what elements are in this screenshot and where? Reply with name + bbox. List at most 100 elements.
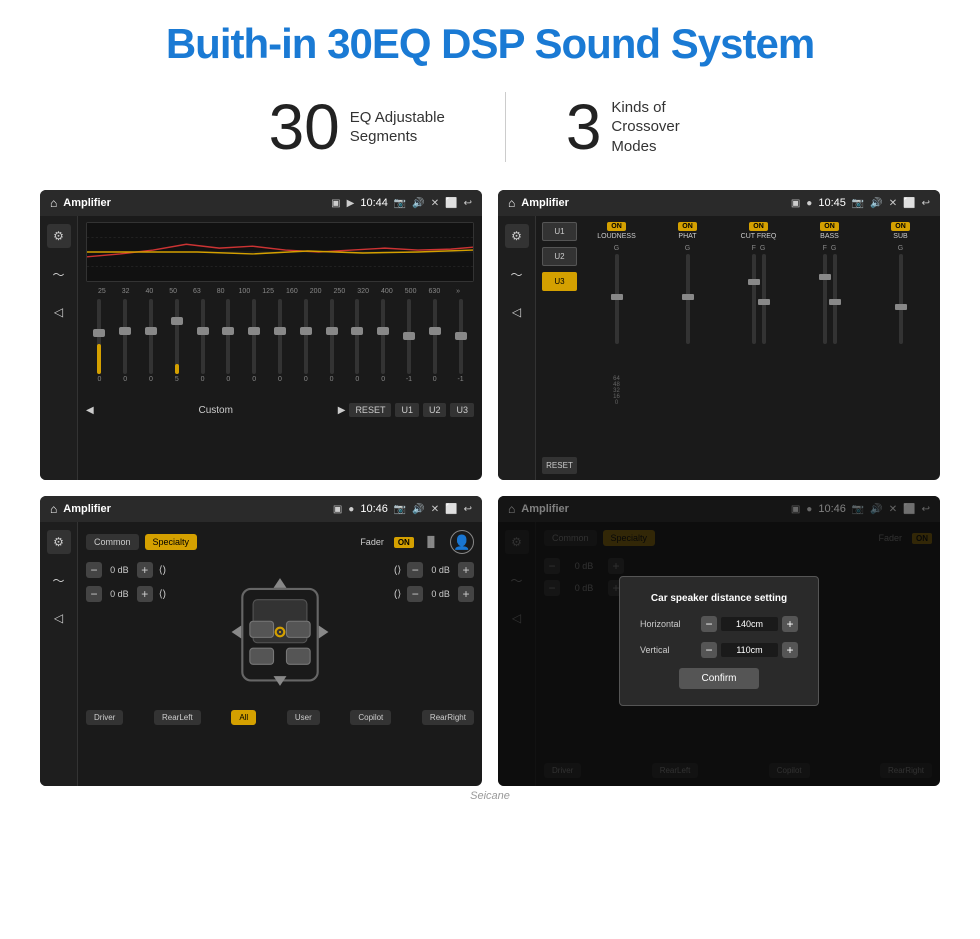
freq-label-6: 100 [233, 288, 257, 295]
right-vol-col: (⟩ − 0 dB + (⟩ − 0 dB + [394, 562, 474, 602]
driver-btn[interactable]: Driver [86, 710, 123, 725]
screen2-topbar: ⌂ Amplifier ▣ ● 10:45 📷 🔊 ✕ ⬜ ↩ [498, 190, 940, 216]
close-icon[interactable]: ✕ [431, 198, 439, 209]
eq-icon-3[interactable]: ⚙ [47, 530, 71, 554]
dialog-overlay: Car speaker distance setting Horizontal … [498, 496, 940, 786]
wave-icon[interactable]: 〜 [47, 262, 71, 286]
vol-plus-rl[interactable]: + [137, 586, 153, 602]
screen1-sidebar: ⚙ 〜 ◁ [40, 216, 78, 480]
speaker-placement-main: Common Specialty Fader ON ▐▌ 👤 − [78, 522, 482, 786]
bass-on-badge: ON [820, 222, 839, 231]
eq-slider-10[interactable]: 0 [346, 299, 369, 399]
eq-next-btn[interactable]: ▶ [338, 405, 346, 416]
horizontal-minus-btn[interactable]: − [701, 616, 717, 632]
eq-u1-btn[interactable]: U1 [395, 403, 419, 417]
eq-slider-8[interactable]: 0 [294, 299, 317, 399]
crossover-main: U1 U2 U3 RESET ON LOUDNESS G [536, 216, 940, 480]
eq-slider-3[interactable]: 5 [165, 299, 188, 399]
common-tab[interactable]: Common [86, 534, 139, 550]
vol-plus-rr[interactable]: + [458, 586, 474, 602]
loudness-on-badge: ON [607, 222, 626, 231]
wave-icon-2[interactable]: 〜 [505, 262, 529, 286]
sub-on-badge: ON [891, 222, 910, 231]
close-icon-2[interactable]: ✕ [889, 198, 897, 209]
eq-slider-5[interactable]: 0 [217, 299, 240, 399]
volume-icon-3[interactable]: 🔊 [412, 504, 424, 515]
eq-u3-btn[interactable]: U3 [450, 403, 474, 417]
vol-minus-fl[interactable]: − [86, 562, 102, 578]
user-btn[interactable]: User [287, 710, 320, 725]
vol-minus-rl[interactable]: − [86, 586, 102, 602]
speaker-top-row: Common Specialty Fader ON ▐▌ 👤 [86, 530, 474, 554]
stat-block-1: 30 EQ Adjustable Segments [209, 95, 505, 159]
window-icon: ⬜ [445, 198, 457, 209]
specialty-tab[interactable]: Specialty [145, 534, 198, 550]
eq-slider-12[interactable]: -1 [398, 299, 421, 399]
eq-slider-6[interactable]: 0 [243, 299, 266, 399]
eq-reset-btn[interactable]: RESET [349, 403, 391, 417]
vol-minus-fr[interactable]: − [407, 562, 423, 578]
speaker-rr-icon: (⟩ [394, 589, 401, 600]
confirm-button[interactable]: Confirm [679, 668, 759, 689]
preset-u3[interactable]: U3 [542, 272, 577, 291]
eq-graph [86, 222, 474, 282]
arrow-expand[interactable]: » [446, 288, 470, 295]
volume-icon[interactable]: 🔊 [412, 198, 424, 209]
home-icon-3[interactable]: ⌂ [50, 502, 57, 516]
preset-u1[interactable]: U1 [542, 222, 577, 241]
dialog-row-horizontal: Horizontal − 140cm + [640, 616, 798, 632]
channel-phat: ON PHAT G [654, 222, 721, 474]
all-btn[interactable]: All [231, 710, 256, 725]
eq-slider-0[interactable]: 0 [88, 299, 111, 399]
screen3-time: 10:46 [360, 503, 388, 515]
channel-bass: ON BASS FG [796, 222, 863, 474]
volume-icon-2[interactable]: 🔊 [870, 198, 882, 209]
crossover-reset-btn[interactable]: RESET [542, 457, 577, 474]
camera-icon: 📷 [394, 198, 406, 209]
screens-grid: ⌂ Amplifier ▣ ▶ 10:44 📷 🔊 ✕ ⬜ ↩ ⚙ 〜 ◁ [40, 190, 940, 786]
vol-plus-fr[interactable]: + [458, 562, 474, 578]
eq-slider-11[interactable]: 0 [372, 299, 395, 399]
stat1-label: EQ Adjustable Segments [350, 108, 445, 147]
eq-prev-btn[interactable]: ◀ [86, 405, 94, 416]
back-icon[interactable]: ↩ [464, 198, 472, 209]
rearleft-btn[interactable]: RearLeft [154, 710, 201, 725]
eq-slider-2[interactable]: 0 [140, 299, 163, 399]
screen-crossover: ⌂ Amplifier ▣ ● 10:45 📷 🔊 ✕ ⬜ ↩ ⚙ 〜 ◁ [498, 190, 940, 480]
horizontal-plus-btn[interactable]: + [782, 616, 798, 632]
eq-slider-7[interactable]: 0 [269, 299, 292, 399]
eq-slider-14[interactable]: -1 [449, 299, 472, 399]
eq-slider-13[interactable]: 0 [423, 299, 446, 399]
vol-row-fl: − 0 dB + ⟨) [86, 562, 166, 578]
freq-label-14: 630 [423, 288, 447, 295]
preset-u2[interactable]: U2 [542, 247, 577, 266]
back-icon-3[interactable]: ↩ [464, 504, 472, 515]
vertical-plus-btn[interactable]: + [782, 642, 798, 658]
back-icon-2[interactable]: ↩ [922, 198, 930, 209]
eq-bottom-row: ◀ Custom ▶ RESET U1 U2 U3 [86, 403, 474, 417]
eq-slider-9[interactable]: 0 [320, 299, 343, 399]
vol-minus-rr[interactable]: − [407, 586, 423, 602]
vertical-minus-btn[interactable]: − [701, 642, 717, 658]
speaker-icon-2[interactable]: ◁ [505, 300, 529, 324]
home-icon-2[interactable]: ⌂ [508, 196, 515, 210]
eq-u2-btn[interactable]: U2 [423, 403, 447, 417]
home-icon[interactable]: ⌂ [50, 196, 57, 210]
speaker-rl-icon: ⟨) [159, 589, 166, 600]
eq-slider-4[interactable]: 0 [191, 299, 214, 399]
speaker-icon[interactable]: ◁ [47, 300, 71, 324]
eq-slider-1[interactable]: 0 [114, 299, 137, 399]
vol-plus-fl[interactable]: + [137, 562, 153, 578]
close-icon-3[interactable]: ✕ [431, 504, 439, 515]
camera-icon-3: 📷 [394, 504, 406, 515]
rearright-btn[interactable]: RearRight [422, 710, 474, 725]
copilot-btn[interactable]: Copilot [350, 710, 391, 725]
wave-icon-3[interactable]: 〜 [47, 568, 71, 592]
eq-icon-2[interactable]: ⚙ [505, 224, 529, 248]
speaker-icon-3[interactable]: ◁ [47, 606, 71, 630]
speaker-fl-icon: ⟨) [159, 565, 166, 576]
eq-icon[interactable]: ⚙ [47, 224, 71, 248]
screen1-topbar: ⌂ Amplifier ▣ ▶ 10:44 📷 🔊 ✕ ⬜ ↩ [40, 190, 482, 216]
play-icon[interactable]: ▶ [347, 198, 355, 209]
channel-cutfreq: ON CUT FREQ FG [725, 222, 792, 474]
